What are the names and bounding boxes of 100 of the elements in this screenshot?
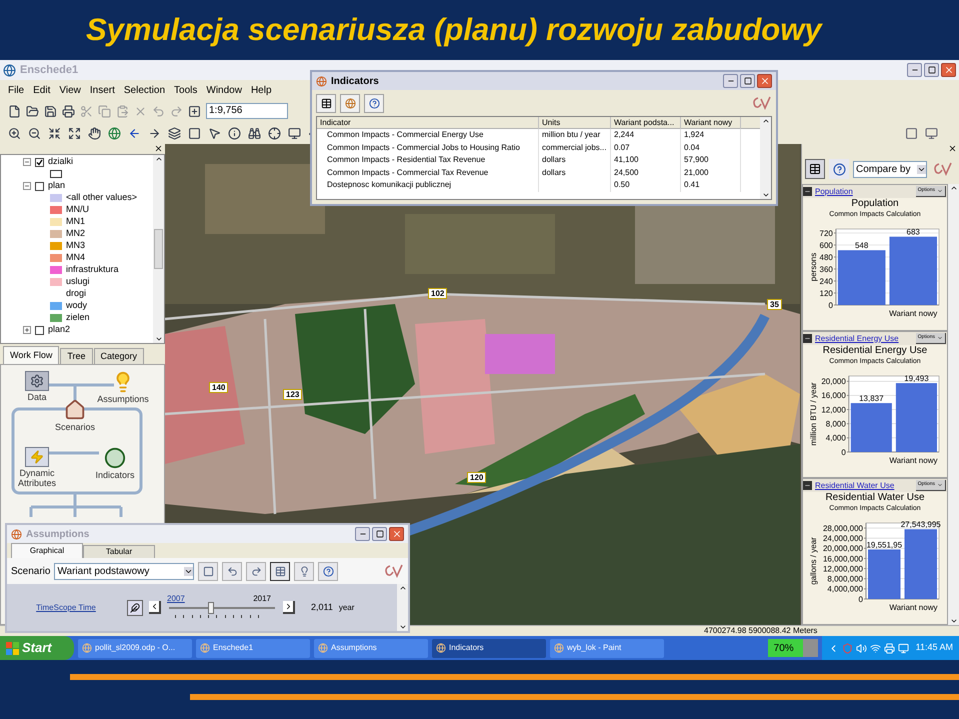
start-button[interactable]: Start [0, 636, 74, 660]
range-start-link[interactable]: 2007 [167, 592, 185, 604]
section-link[interactable]: Residential Water Use [815, 480, 913, 492]
maximize-button[interactable] [372, 527, 387, 541]
maximize-button[interactable] [740, 74, 755, 88]
minimize-button[interactable] [355, 527, 370, 541]
info-icon[interactable] [228, 126, 241, 140]
pan-icon[interactable] [88, 126, 101, 140]
menu-item[interactable]: Edit [33, 82, 50, 98]
find-icon[interactable] [248, 126, 261, 140]
scrollbar[interactable] [397, 584, 408, 631]
square-icon[interactable] [905, 126, 918, 140]
toolbar-button[interactable] [318, 562, 338, 580]
scrollbar[interactable] [948, 184, 959, 625]
minimize-button[interactable] [907, 63, 922, 77]
scroll-thumb[interactable] [154, 229, 163, 269]
taskbar-item[interactable]: wyb_lok - Paint [550, 638, 664, 658]
toolbar-button[interactable] [270, 562, 290, 580]
close-icon[interactable] [154, 144, 163, 153]
collapse-button[interactable] [803, 187, 812, 196]
menu-item[interactable]: File [8, 82, 24, 98]
save-icon[interactable] [44, 104, 57, 118]
tick-label: 12,000 [821, 405, 846, 414]
help-button[interactable] [364, 94, 384, 112]
menu-item[interactable]: Help [250, 82, 272, 98]
zoom-out-icon[interactable] [28, 126, 41, 140]
crosshair-icon[interactable] [268, 126, 281, 140]
forward-arrow-icon[interactable] [148, 126, 161, 140]
layer-checkbox[interactable] [35, 326, 44, 334]
expand-toggle[interactable] [23, 326, 31, 334]
monitor-icon[interactable] [288, 126, 301, 140]
close-icon [392, 529, 402, 539]
tab[interactable]: Graphical [11, 543, 83, 558]
toolbar-button[interactable] [805, 159, 825, 179]
step-back-button[interactable] [149, 601, 161, 614]
fixed-zoom-out-icon[interactable] [68, 126, 81, 140]
layer-checkbox[interactable] [35, 158, 44, 166]
maximize-button[interactable] [924, 63, 939, 77]
network-icon[interactable] [870, 642, 881, 654]
taskbar-item[interactable]: Indicators [432, 638, 546, 658]
add-data-icon[interactable] [188, 104, 201, 118]
scenario-dropdown[interactable]: Wariant podstawowy [54, 562, 194, 580]
fixed-zoom-in-icon[interactable] [48, 126, 61, 140]
zoom-in-icon[interactable] [8, 126, 21, 140]
speaker-icon[interactable] [856, 642, 867, 654]
close-icon[interactable] [948, 144, 957, 153]
taskbar-item[interactable]: Assumptions [314, 638, 428, 658]
close-button[interactable] [941, 63, 956, 77]
column-header[interactable]: Indicator [317, 117, 539, 129]
workflow-node[interactable]: Assumptions [93, 371, 153, 404]
section-link[interactable]: Residential Energy Use [815, 332, 913, 344]
monitor-icon[interactable] [925, 126, 938, 140]
collapse-toggle[interactable] [23, 182, 31, 190]
menu-item[interactable]: View [59, 82, 81, 98]
scale-field[interactable]: 1:9,756 [206, 103, 288, 119]
folder-icon[interactable] [26, 104, 39, 118]
menu-item[interactable]: Selection [124, 82, 166, 98]
workflow-node[interactable]: Data [7, 371, 67, 402]
feather-button[interactable] [127, 600, 143, 616]
new-file-icon[interactable] [8, 104, 21, 118]
close-button[interactable] [757, 74, 772, 88]
column-header[interactable]: Wariant podsta... [611, 117, 681, 129]
tick-label: 600 [820, 240, 833, 250]
close-button[interactable] [389, 527, 404, 541]
app-icon [200, 643, 210, 653]
layer-checkbox[interactable] [35, 182, 44, 190]
collapse-button[interactable] [803, 481, 812, 490]
help-button[interactable] [829, 159, 849, 179]
section-link[interactable]: Population [815, 186, 913, 198]
globe-icon[interactable] [108, 126, 121, 140]
print-icon[interactable] [62, 104, 75, 118]
taskbar-item[interactable]: Enschede1 [196, 638, 310, 658]
column-header[interactable]: Wariant nowy [681, 117, 741, 129]
variable-link[interactable]: TimeScope Time [11, 602, 121, 614]
scrollbar[interactable] [760, 117, 771, 199]
collapse-toggle[interactable] [23, 158, 31, 166]
printer-icon[interactable] [884, 642, 895, 654]
square-icon[interactable] [188, 126, 201, 140]
back-arrow-icon[interactable] [128, 126, 141, 140]
compare-dropdown[interactable]: Compare by [853, 160, 927, 178]
minimize-button[interactable] [723, 74, 738, 88]
taskbar-item[interactable]: pollit_sl2009.odp - O... [78, 638, 192, 658]
column-header[interactable]: Units [539, 117, 611, 129]
pointer-icon[interactable] [208, 126, 221, 140]
collapse-button[interactable] [803, 334, 812, 343]
tab[interactable]: Tabular [83, 545, 155, 558]
scrollbar[interactable] [153, 155, 164, 343]
tab[interactable]: Work Flow [3, 346, 60, 364]
slider-thumb[interactable] [208, 602, 214, 614]
workflow-node[interactable]: Dynamic Attributes [7, 447, 67, 488]
tab[interactable]: Tree [60, 348, 93, 364]
step-forward-button[interactable] [283, 601, 295, 614]
table-cell: Common Impacts - Commercial Jobs to Housing Ratio [317, 142, 539, 154]
menu-item[interactable]: Window [206, 82, 242, 98]
toolbar-button[interactable] [316, 94, 336, 112]
layers-icon[interactable] [168, 126, 181, 140]
menu-item[interactable]: Tools [174, 82, 198, 98]
menu-item[interactable]: Insert [90, 82, 115, 98]
workflow-node[interactable]: Indicators [85, 447, 145, 480]
tab[interactable]: Category [94, 348, 144, 364]
